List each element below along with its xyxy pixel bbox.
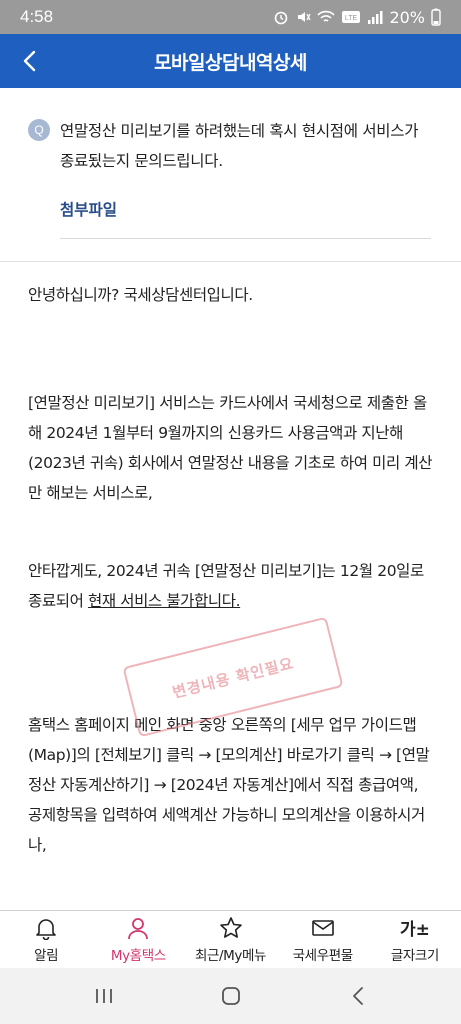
question-divider (60, 238, 431, 239)
answer-greeting: 안녕하십니까? 국세상담센터입니다. (28, 286, 253, 304)
nav-label-tax-mail: 국세우편물 (292, 947, 354, 964)
mail-icon (311, 919, 334, 936)
chevron-left-icon (23, 50, 36, 72)
volte-icon: LTE (342, 11, 361, 23)
nav-label-my-hometax: My홈택스 (110, 947, 166, 964)
answer-paragraph-2: 안타깝게도, 2024년 귀속 [연말정산 미리보기]는 12월 20일로 종료… (28, 556, 433, 616)
home-icon (221, 987, 240, 1005)
recent-apps-button[interactable] (74, 976, 134, 1016)
answer-paragraph-1: [연말정산 미리보기] 서비스는 카드사에서 국세청으로 제출한 올해 2024… (28, 394, 433, 502)
status-time: 4:58 (20, 7, 54, 26)
wifi-icon (317, 10, 336, 22)
answer-section: 안녕하십니까? 국세상담센터입니다. [연말정산 미리보기] 서비스는 카드사에… (0, 262, 461, 860)
alarm-icon (275, 11, 288, 25)
nav-item-alerts[interactable]: 알림 (0, 911, 92, 968)
nav-item-recent-menu[interactable]: 최근/My메뉴 (184, 911, 276, 968)
system-nav-bar (0, 968, 461, 1024)
nav-item-tax-mail[interactable]: 국세우편물 (277, 911, 369, 968)
nav-item-my-hometax[interactable]: My홈택스 (92, 911, 184, 968)
signal-icon (368, 11, 383, 24)
page-title: 모바일상담내역상세 (154, 51, 307, 74)
back-button[interactable] (14, 45, 46, 77)
nav-label-recent-menu: 최근/My메뉴 (194, 947, 267, 964)
nav-item-font-size[interactable]: 가± 글자크기 (369, 911, 461, 968)
recent-apps-icon (95, 989, 112, 1003)
mute-icon (298, 12, 312, 22)
battery-text: 20% (389, 7, 425, 27)
attachment-link[interactable]: 첨부파일 (60, 198, 435, 220)
system-back-button[interactable] (328, 976, 388, 1016)
question-badge: Q (28, 119, 50, 141)
service-unavailable-text: 현재 서비스 불가합니다. (87, 592, 241, 610)
bottom-nav: 알림 My홈택스 최근/My메뉴 국세우편물 가± 글자크기 (0, 910, 461, 968)
svg-text:LTE: LTE (345, 15, 358, 22)
font-size-icon: 가± (399, 920, 430, 940)
answer-paragraph-3: 홈택스 홈페이지 메인 화면 중앙 오른쪽의 [세무 업무 가이드맵(Map)]… (28, 716, 430, 854)
home-button[interactable] (201, 976, 261, 1016)
back-icon (352, 987, 363, 1005)
bell-icon (36, 918, 56, 940)
star-icon (219, 916, 242, 938)
question-text: 연말정산 미리보기를 하려했는데 혹시 현시점에 서비스가 종료됬는지 문의드립… (60, 122, 419, 170)
status-bar: 4:58 LTE 20% (0, 0, 461, 34)
question-section: Q 연말정산 미리보기를 하려했는데 혹시 현시점에 서비스가 종료됬는지 문의… (0, 88, 461, 220)
battery-icon (431, 8, 441, 26)
consultation-detail[interactable]: Q 연말정산 미리보기를 하려했는데 혹시 현시점에 서비스가 종료됬는지 문의… (0, 88, 461, 910)
nav-label-alerts: 알림 (34, 947, 59, 964)
app-header: 모바일상담내역상세 (0, 34, 461, 88)
status-icons: LTE 20% (273, 8, 441, 27)
nav-label-font-size: 글자크기 (390, 947, 439, 964)
person-icon (128, 917, 149, 939)
